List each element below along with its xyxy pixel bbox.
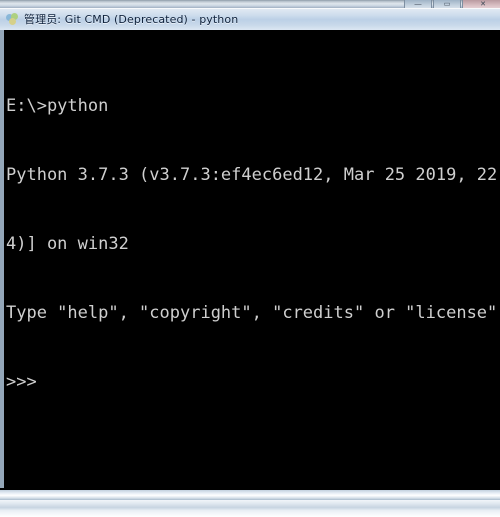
console-line: E:\>python: [6, 96, 109, 116]
page-background-strip: [0, 500, 500, 517]
window-titlebar[interactable]: 管理员: Git CMD (Deprecated) - python: [0, 8, 500, 30]
maximize-icon: ▭: [443, 1, 451, 8]
minimize-icon: —: [414, 1, 422, 8]
git-cmd-icon-leaf-yellow: [9, 17, 16, 25]
console-line: 4)] on win32: [6, 234, 129, 254]
window-top-glass-edge: — ▭ ✕: [0, 0, 500, 10]
console-prompt-line: >>>: [6, 372, 37, 392]
console-window: — ▭ ✕ 管理员: Git CMD (Deprecated) - python: [0, 0, 500, 500]
close-icon: ✕: [480, 1, 486, 8]
console-line: Type "help", "copyright", "credits" or "…: [6, 303, 498, 323]
console-line: Python 3.7.3 (v3.7.3:ef4ec6ed12, Mar 25 …: [6, 165, 500, 185]
console-output-area[interactable]: E:\>python Python 3.7.3 (v3.7.3:ef4ec6ed…: [4, 30, 500, 490]
desktop-canvas: — ▭ ✕ 管理员: Git CMD (Deprecated) - python: [0, 0, 500, 517]
console-text-block: E:\>python Python 3.7.3 (v3.7.3:ef4ec6ed…: [6, 49, 500, 440]
git-cmd-icon: [6, 12, 19, 26]
window-bottom-chrome: [0, 490, 500, 500]
window-title: 管理员: Git CMD (Deprecated) - python: [24, 13, 239, 26]
